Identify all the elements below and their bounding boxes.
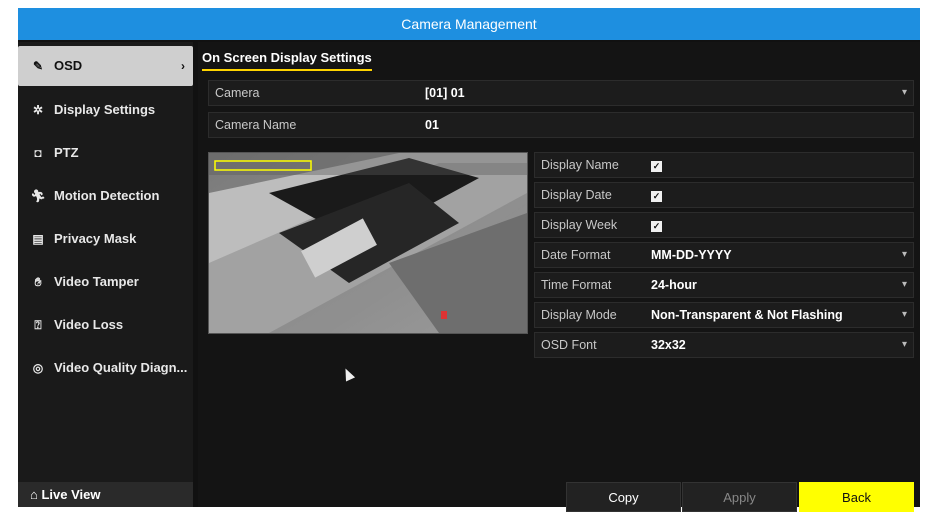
live-view-label: Live View (41, 487, 101, 502)
sidebar-item-ptz[interactable]: ◘ PTZ (18, 133, 193, 173)
main-panel: On Screen Display Settings Camera [01] 0… (198, 42, 920, 507)
sidebar-item-video-loss[interactable]: ⍰ Video Loss (18, 305, 193, 345)
display-name-checkbox[interactable]: ✓ (651, 161, 662, 172)
sidebar-item-display-settings[interactable]: ✲ Display Settings (18, 90, 193, 130)
camera-preview (208, 152, 528, 334)
copy-button[interactable]: Copy (566, 482, 681, 512)
ptz-icon: ◘ (34, 146, 42, 160)
osd-font-label: OSD Font (541, 338, 597, 352)
display-week-checkbox[interactable]: ✓ (651, 221, 662, 232)
display-week-label: Display Week (541, 218, 618, 232)
back-button[interactable]: Back (799, 482, 914, 512)
sidebar: ✎ OSD › ✲ Display Settings ◘ PTZ 🏃︎ Moti… (18, 42, 193, 507)
camera-value: [01] 01 (425, 86, 465, 100)
camera-name-label: Camera Name (215, 118, 297, 132)
date-format-label: Date Format (541, 248, 611, 262)
camera-management-window: Camera Management ✎ OSD › ✲ Display Sett… (18, 8, 920, 512)
sidebar-item-label: Video Loss (54, 317, 124, 332)
privacy-mask-icon: ▤ (32, 232, 44, 246)
sidebar-item-video-quality-diagnosis[interactable]: ◎ Video Quality Diagn... (18, 348, 193, 388)
camera-name-field[interactable]: Camera Name 01 (208, 112, 914, 138)
window-title: Camera Management (18, 8, 920, 40)
chevron-right-icon: › (181, 59, 185, 73)
camera-name-value: 01 (425, 118, 439, 132)
video-loss-icon: ⍰ (34, 318, 42, 332)
sidebar-item-label: Motion Detection (54, 188, 160, 203)
chevron-down-icon: ▾ (901, 309, 907, 320)
live-view-button[interactable]: ⌂ Live View (18, 482, 193, 507)
display-name-label: Display Name (541, 158, 619, 172)
motion-icon: 🏃︎ (30, 189, 46, 203)
date-format-select[interactable]: Date Format MM-DD-YYYY ▾ (534, 242, 914, 268)
tamper-icon: ✋︎ (34, 275, 42, 289)
display-mode-label: Display Mode (541, 308, 617, 322)
sidebar-item-label: Privacy Mask (54, 231, 137, 246)
display-date-label: Display Date (541, 188, 612, 202)
camera-preview-image (209, 153, 527, 333)
sidebar-item-label: PTZ (54, 145, 79, 160)
edit-icon: ✎ (32, 59, 44, 73)
tab-osd-settings[interactable]: On Screen Display Settings (202, 50, 372, 71)
diagnosis-icon: ◎ (32, 361, 44, 375)
display-date-row: Display Date ✓ (534, 182, 914, 208)
display-mode-value: Non-Transparent & Not Flashing (651, 308, 843, 322)
display-mode-select[interactable]: Display Mode Non-Transparent & Not Flash… (534, 302, 914, 328)
sidebar-item-label: OSD (54, 58, 83, 73)
chevron-down-icon: ▾ (901, 249, 907, 260)
home-icon: ⌂ (30, 487, 38, 502)
osd-font-value: 32x32 (651, 338, 686, 352)
osd-font-select[interactable]: OSD Font 32x32 ▾ (534, 332, 914, 358)
date-format-value: MM-DD-YYYY (651, 248, 732, 262)
sidebar-item-label: Video Quality Diagn... (54, 360, 188, 375)
display-week-row: Display Week ✓ (534, 212, 914, 238)
chevron-down-icon: ▾ (901, 87, 907, 98)
sidebar-item-motion-detection[interactable]: 🏃︎ Motion Detection (18, 176, 193, 216)
display-date-checkbox[interactable]: ✓ (651, 191, 662, 202)
apply-button[interactable]: Apply (682, 482, 797, 512)
sidebar-item-label: Video Tamper (54, 274, 139, 289)
display-settings-icon: ✲ (32, 103, 44, 117)
chevron-down-icon: ▾ (901, 279, 907, 290)
time-format-select[interactable]: Time Format 24-hour ▾ (534, 272, 914, 298)
camera-select[interactable]: Camera [01] 01 ▾ (208, 80, 914, 106)
time-format-label: Time Format (541, 278, 612, 292)
camera-label: Camera (215, 86, 260, 100)
sidebar-item-osd[interactable]: ✎ OSD › (18, 46, 193, 86)
sidebar-item-privacy-mask[interactable]: ▤ Privacy Mask (18, 219, 193, 259)
sidebar-item-video-tamper[interactable]: ✋︎ Video Tamper (18, 262, 193, 302)
time-format-value: 24-hour (651, 278, 697, 292)
display-name-row: Display Name ✓ (534, 152, 914, 178)
sidebar-item-label: Display Settings (54, 102, 156, 117)
chevron-down-icon: ▾ (901, 339, 907, 350)
